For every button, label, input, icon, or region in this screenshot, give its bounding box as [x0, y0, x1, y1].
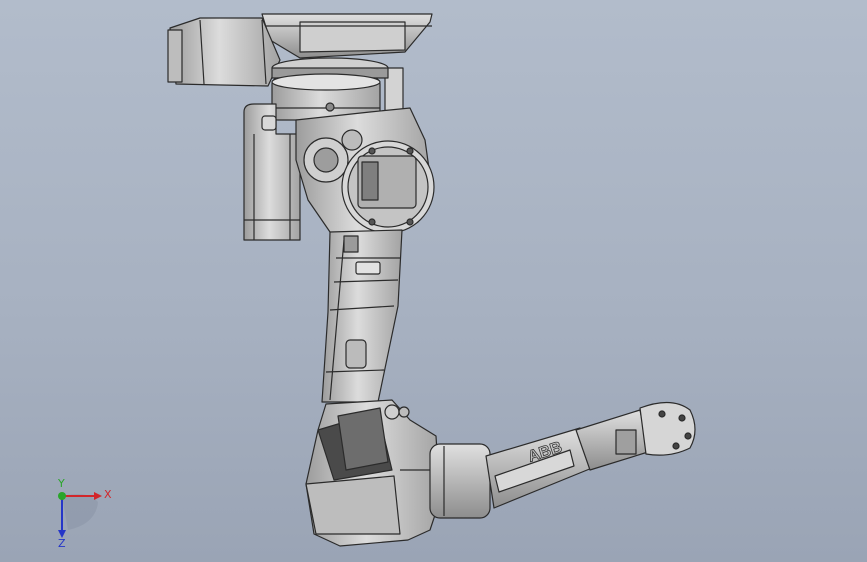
coordinate-triad-icon [58, 492, 102, 538]
triad-y-label: Y [58, 477, 65, 490]
forearm [429, 427, 593, 519]
graphics-viewport[interactable]: ABB X Y Z [0, 0, 867, 562]
elbow-housing [305, 399, 441, 547]
upper-arm [321, 229, 403, 403]
triad-x-label: X [104, 488, 112, 501]
wrist [575, 401, 696, 471]
axis1-rotation-ring [271, 57, 389, 121]
axis2-motor [243, 103, 301, 241]
coordinate-triad: X Y Z [44, 477, 124, 550]
shoulder-housing [295, 107, 435, 236]
triad-z-label: Z [58, 537, 66, 550]
robot-model[interactable]: ABB [0, 0, 867, 562]
